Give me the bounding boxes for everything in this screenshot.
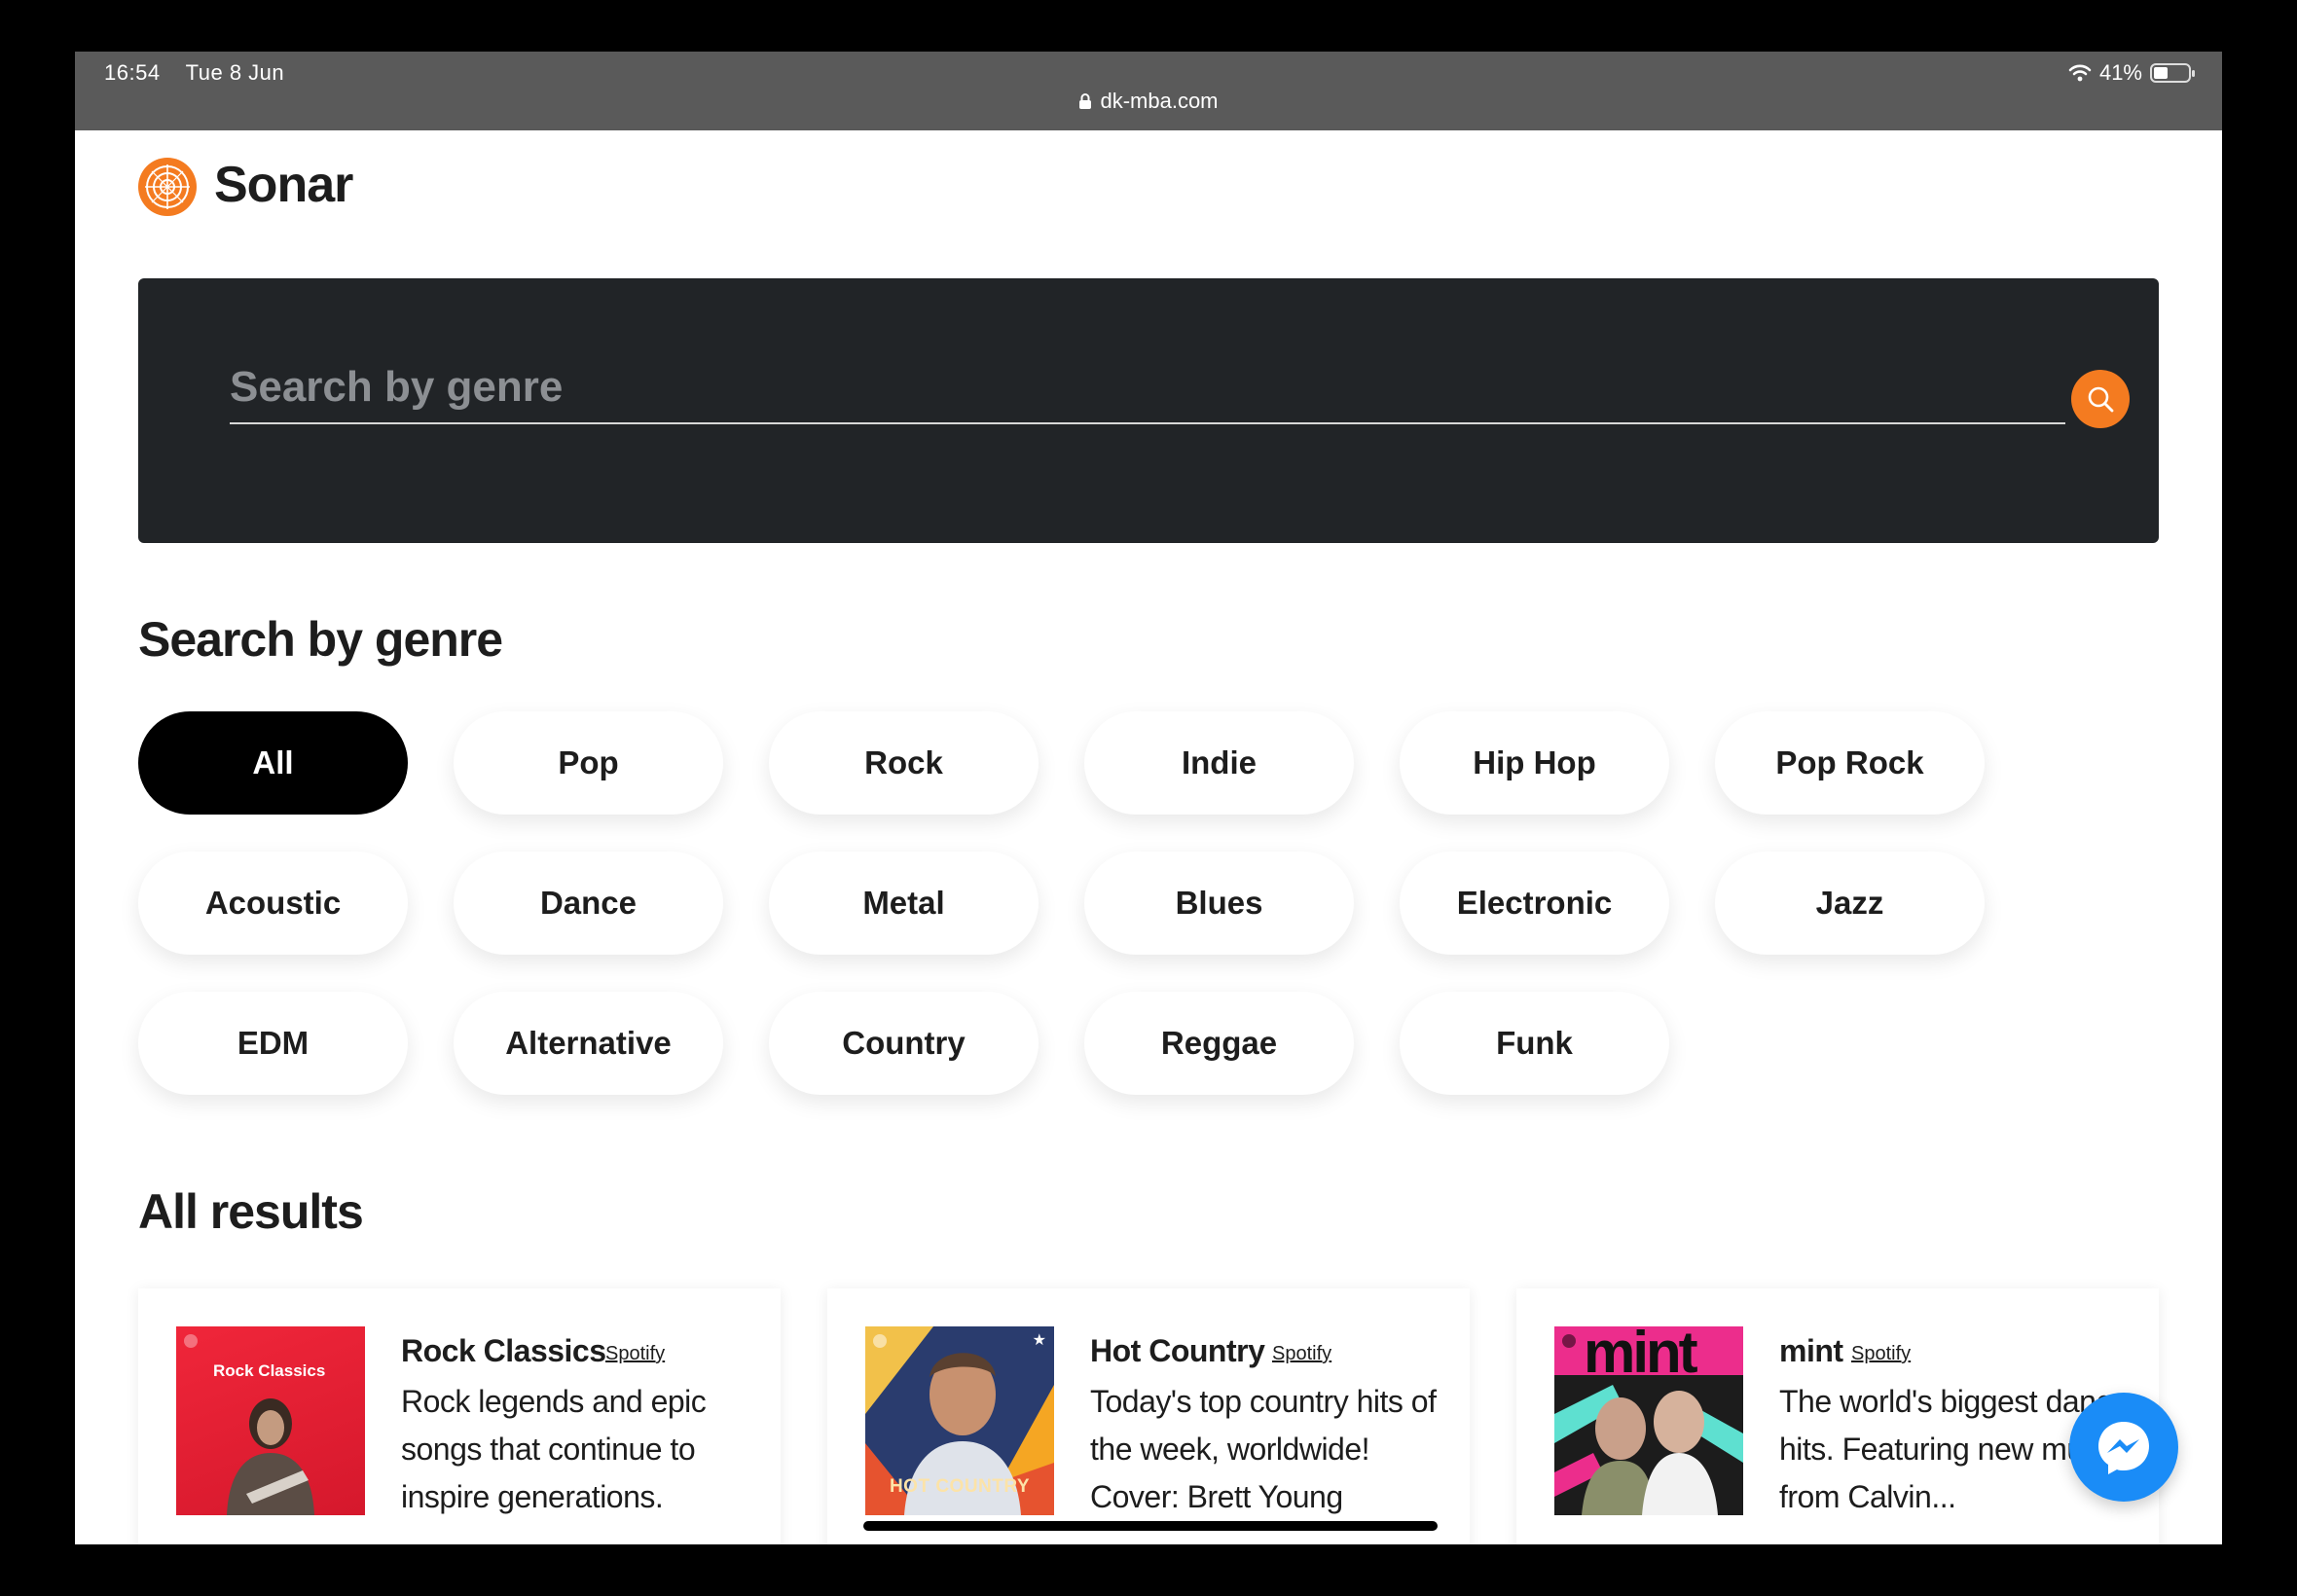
playlist-cover-image: mint — [1554, 1326, 1743, 1515]
genre-chip-funk[interactable]: Funk — [1400, 992, 1669, 1095]
search-icon — [2088, 386, 2114, 413]
playlist-cover-image: ★ HOT COUNTRY — [865, 1326, 1054, 1515]
status-time: 16:54 — [104, 60, 161, 85]
card-title[interactable]: Rock Classics — [401, 1333, 606, 1369]
status-date: Tue 8 Jun — [185, 60, 285, 85]
result-card[interactable]: ★ HOT COUNTRY Hot Country Spotify Today'… — [827, 1288, 1470, 1544]
app-header: Sonar — [138, 130, 2159, 293]
app-title[interactable]: Sonar — [214, 156, 353, 214]
genre-chip-edm[interactable]: EDM — [138, 992, 408, 1095]
messenger-chat-button[interactable] — [2069, 1393, 2178, 1502]
spotify-badge-icon — [873, 1334, 887, 1348]
sonar-logo-icon[interactable] — [138, 158, 197, 216]
url-text: dk-mba.com — [1100, 89, 1219, 113]
genre-chip-blues[interactable]: Blues — [1084, 852, 1354, 955]
genre-chip-reggae[interactable]: Reggae — [1084, 992, 1354, 1095]
card-description: Today's top country hits of the week, wo… — [1090, 1384, 1437, 1514]
genre-section-title: Search by genre — [138, 612, 503, 667]
genre-chip-dance[interactable]: Dance — [454, 852, 723, 955]
status-indicators: 41% — [2068, 60, 2197, 86]
address-bar[interactable]: dk-mba.com — [75, 89, 2222, 114]
messenger-icon — [2098, 1422, 2149, 1474]
results-section-title: All results — [138, 1184, 364, 1239]
genre-chip-electronic[interactable]: Electronic — [1400, 852, 1669, 955]
search-button[interactable] — [2071, 370, 2130, 428]
genre-chip-jazz[interactable]: Jazz — [1715, 852, 1985, 955]
guitarist-photo-icon — [227, 1398, 314, 1515]
browser-viewport: 16:54 Tue 8 Jun dk-mba.com 41% Sonar Sea… — [75, 52, 2222, 1544]
genre-chip-pop-rock[interactable]: Pop Rock — [1715, 711, 1985, 815]
status-time-date: 16:54 Tue 8 Jun — [104, 60, 284, 86]
result-card[interactable]: mint mint Spotify The world's biggest da… — [1516, 1288, 2159, 1544]
battery-icon — [2150, 63, 2195, 83]
lock-icon — [1079, 93, 1092, 109]
genre-chip-country[interactable]: Country — [769, 992, 1039, 1095]
card-description: Rock legends and epic songs that continu… — [401, 1384, 707, 1514]
genre-chip-rock[interactable]: Rock — [769, 711, 1039, 815]
genre-chip-indie[interactable]: Indie — [1084, 711, 1354, 815]
home-indicator[interactable] — [863, 1521, 1438, 1531]
cover-text: HOT COUNTRY — [889, 1476, 1031, 1497]
cover-text: Rock Classics — [213, 1361, 326, 1380]
card-source-link[interactable]: Spotify — [1272, 1343, 1331, 1365]
genre-chip-hip-hop[interactable]: Hip Hop — [1400, 711, 1669, 815]
playlist-cover-image: Rock Classics — [176, 1326, 365, 1515]
wifi-icon — [2068, 64, 2092, 82]
spotify-badge-icon — [184, 1334, 198, 1348]
genre-chip-all[interactable]: All — [138, 711, 408, 815]
genre-chip-metal[interactable]: Metal — [769, 852, 1039, 955]
status-bar: 16:54 Tue 8 Jun dk-mba.com 41% — [75, 52, 2222, 130]
genre-chip-pop[interactable]: Pop — [454, 711, 723, 815]
spotify-badge-icon — [1562, 1334, 1576, 1348]
card-source-link[interactable]: Spotify — [605, 1343, 665, 1365]
card-source-link[interactable]: Spotify — [1851, 1343, 1911, 1365]
result-card[interactable]: Rock Classics Rock Classics Spotify Rock… — [138, 1288, 781, 1544]
star-icon: ★ — [1032, 1332, 1046, 1349]
genre-chip-acoustic[interactable]: Acoustic — [138, 852, 408, 955]
card-title[interactable]: mint — [1779, 1333, 1843, 1369]
battery-percent: 41% — [2098, 60, 2142, 85]
cover-text: mint — [1584, 1326, 1698, 1385]
genre-chip-alternative[interactable]: Alternative — [454, 992, 723, 1095]
card-title[interactable]: Hot Country — [1090, 1333, 1265, 1369]
genre-search-input[interactable] — [230, 360, 2065, 424]
search-panel — [138, 278, 2159, 543]
